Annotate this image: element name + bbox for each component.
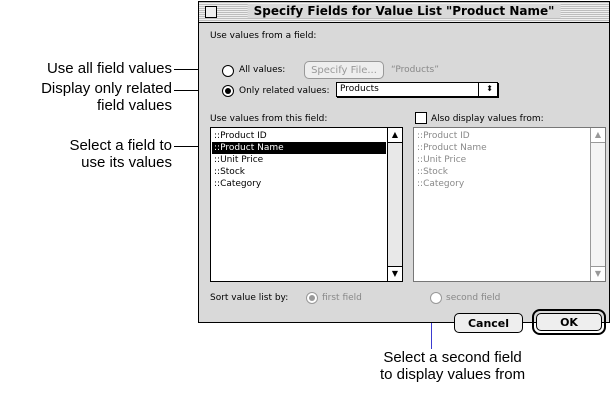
all-values-radio[interactable] <box>222 65 234 77</box>
sort-second-field-radio[interactable] <box>430 292 442 304</box>
list-item[interactable]: ::Product Name <box>212 142 386 154</box>
scroll-up-arrow-icon[interactable]: ▲ <box>388 128 402 143</box>
list-item[interactable]: ::Unit Price <box>415 154 589 166</box>
callout-second-line1: Select a second field <box>383 349 522 366</box>
callout-use-all-values: Use all field values <box>46 60 172 77</box>
relationship-popup-value: Products <box>340 84 379 94</box>
scroll-down-arrow-icon[interactable]: ▼ <box>591 266 605 281</box>
list-item[interactable]: ::Stock <box>415 166 589 178</box>
sort-second-field-label: second field <box>446 293 501 303</box>
second-field-list-items: ::Product ID::Product Name::Unit Price::… <box>415 130 589 190</box>
file-name-label: “Products” <box>391 65 439 75</box>
callout-second-field: Select a second field to display values … <box>380 349 525 383</box>
sort-value-list-label: Sort value list by: <box>210 293 289 303</box>
ok-button[interactable]: OK <box>536 313 602 331</box>
relationship-popup[interactable]: Products ⬍ <box>336 82 498 97</box>
list-item[interactable]: ::Category <box>212 178 386 190</box>
sort-first-field-radio[interactable] <box>306 292 318 304</box>
title-bar[interactable]: Specify Fields for Value List "Product N… <box>199 2 609 23</box>
only-related-values-label: Only related values: <box>239 86 330 96</box>
list-item[interactable]: ::Category <box>415 178 589 190</box>
cancel-button[interactable]: Cancel <box>454 313 523 333</box>
field-list-scrollbar[interactable]: ▲ ▼ <box>387 128 402 281</box>
list-item[interactable]: ::Product Name <box>415 142 589 154</box>
use-values-from-field-label: Use values from a field: <box>210 31 317 41</box>
callout-select-field: Select a field to use its values <box>69 137 172 171</box>
callout-second-line2: to display values from <box>380 366 526 383</box>
popup-arrows-icon: ⬍ <box>486 84 493 93</box>
only-related-values-radio[interactable] <box>222 85 234 97</box>
close-box-icon[interactable] <box>205 6 217 18</box>
field-list-items: ::Product ID::Product Name::Unit Price::… <box>212 130 386 190</box>
popup-separator <box>478 83 479 96</box>
callout-related-line2: field values <box>96 97 172 114</box>
also-display-checkbox[interactable] <box>415 112 427 124</box>
callout-related-values: Display only related field values <box>41 80 172 114</box>
all-values-label: All values: <box>239 65 286 75</box>
use-values-from-this-field-label: Use values from this field: <box>210 114 328 124</box>
second-field-list-scrollbar[interactable]: ▲ ▼ <box>590 128 605 281</box>
specify-file-button[interactable]: Specify File... <box>304 61 384 79</box>
dialog-title: Specify Fields for Value List "Product N… <box>247 4 561 18</box>
scroll-down-arrow-icon[interactable]: ▼ <box>388 266 402 281</box>
sort-first-field-label: first field <box>322 293 362 303</box>
list-item[interactable]: ::Product ID <box>212 130 386 142</box>
list-item[interactable]: ::Stock <box>212 166 386 178</box>
scroll-up-arrow-icon[interactable]: ▲ <box>591 128 605 143</box>
list-item[interactable]: ::Unit Price <box>212 154 386 166</box>
field-list[interactable]: ::Product ID::Product Name::Unit Price::… <box>210 127 403 282</box>
also-display-label: Also display values from: <box>431 114 544 124</box>
callout-related-line1: Display only related <box>41 80 172 97</box>
callout-select-line1: Select a field to <box>69 137 172 154</box>
callout-select-line2: use its values <box>81 154 172 171</box>
list-item[interactable]: ::Product ID <box>415 130 589 142</box>
second-field-list[interactable]: ::Product ID::Product Name::Unit Price::… <box>413 127 606 282</box>
value-list-dialog: Specify Fields for Value List "Product N… <box>198 1 610 335</box>
